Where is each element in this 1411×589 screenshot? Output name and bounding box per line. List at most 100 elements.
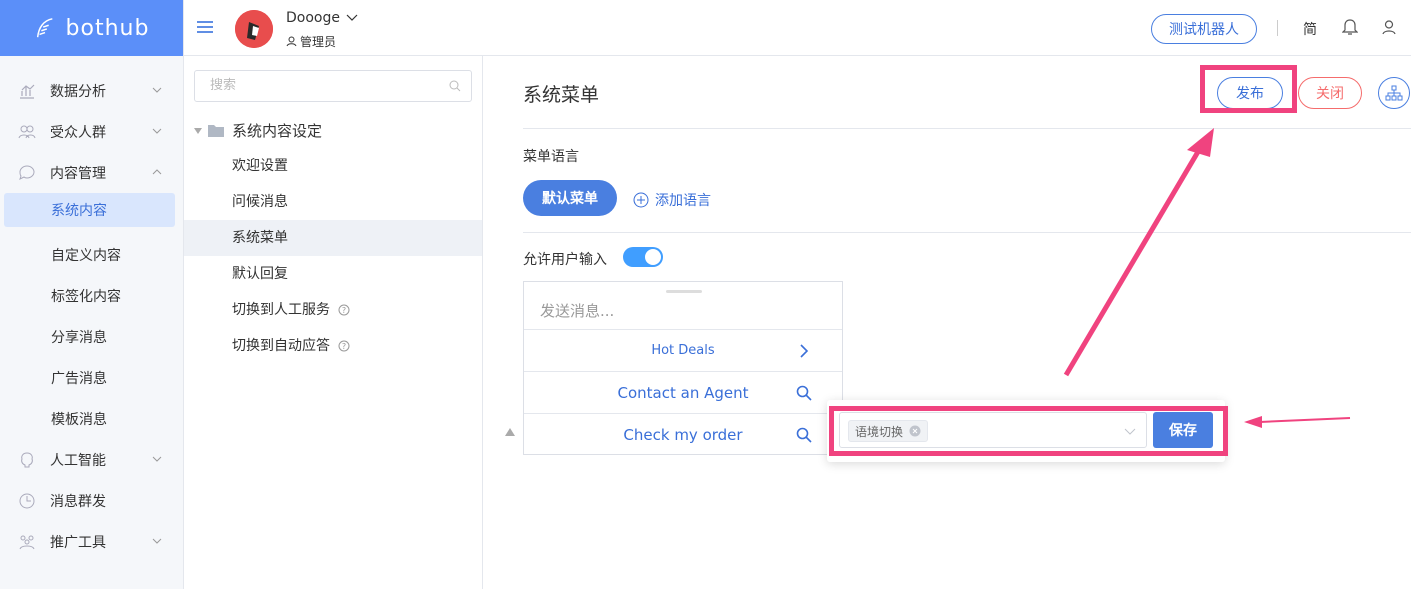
sitemap-button[interactable] bbox=[1378, 77, 1410, 109]
help-icon[interactable]: ? bbox=[338, 340, 350, 352]
brain-icon bbox=[21, 451, 33, 467]
menu-item-popup: 语境切换 保存 bbox=[827, 400, 1225, 462]
feather-logo-icon bbox=[36, 18, 53, 38]
tag-label: 语境切换 bbox=[855, 424, 904, 439]
menu-row-label: Contact an Agent bbox=[617, 383, 749, 402]
caret-down-icon bbox=[194, 127, 202, 134]
sidebar-item-audience[interactable]: 受众人群 bbox=[0, 111, 183, 152]
sidebar-sub-tagged-content[interactable]: 标签化内容 bbox=[0, 275, 183, 316]
tree-item-greeting[interactable]: 问候消息 bbox=[184, 184, 482, 220]
sidebar-sub-custom-content[interactable]: 自定义内容 bbox=[0, 234, 183, 275]
close-button[interactable]: 关闭 bbox=[1298, 77, 1362, 109]
page-title: 系统菜单 bbox=[523, 84, 600, 106]
search-icon[interactable] bbox=[449, 80, 461, 92]
search-icon bbox=[796, 385, 812, 401]
user-role-label: 管理员 bbox=[300, 35, 337, 49]
preview-handle bbox=[666, 290, 702, 293]
avatar-image bbox=[235, 10, 273, 48]
topbar: Doooge 管理员 测试机器人 简 bbox=[184, 0, 1411, 56]
sidebar-sub-ad-message[interactable]: 广告消息 bbox=[0, 357, 183, 398]
menu-toggle-icon[interactable] bbox=[196, 20, 214, 34]
add-language-button[interactable]: 添加语言 bbox=[633, 190, 711, 210]
chevron-down-icon bbox=[152, 87, 162, 93]
svg-text:?: ? bbox=[342, 342, 346, 351]
svg-text:?: ? bbox=[342, 306, 346, 315]
tree-root-label: 系统内容设定 bbox=[232, 122, 323, 140]
main-panel: 系统菜单 发布 关闭 菜单语言 默认菜单 添加语言 允许用户输入 发送消息...… bbox=[483, 56, 1411, 589]
sidebar-item-promo-tools[interactable]: 推广工具 bbox=[0, 521, 183, 562]
menu-row-contact-agent[interactable]: Contact an Agent bbox=[524, 371, 842, 413]
user-icon[interactable] bbox=[1382, 20, 1396, 35]
users-icon bbox=[18, 125, 36, 138]
menu-row-check-order[interactable]: Check my order bbox=[524, 413, 842, 455]
broadcast-icon bbox=[19, 493, 35, 508]
search-placeholder: 搜索 bbox=[210, 78, 237, 93]
brand-name: bothub bbox=[65, 15, 150, 41]
sidebar-item-label: 人工智能 bbox=[50, 452, 106, 469]
tree-item-welcome[interactable]: 欢迎设置 bbox=[184, 148, 482, 184]
chevron-up-icon bbox=[152, 169, 162, 175]
tree-item-label: 默认回复 bbox=[232, 266, 288, 282]
plus-circle-icon bbox=[633, 192, 649, 208]
tree-item-auto-reply[interactable]: 切换到自动应答 ? bbox=[184, 328, 482, 364]
avatar[interactable] bbox=[235, 10, 273, 48]
chart-icon bbox=[20, 84, 35, 99]
sidebar-item-label: 数据分析 bbox=[50, 83, 106, 100]
sidebar-item-label: 消息群发 bbox=[50, 493, 106, 510]
message-input[interactable]: 发送消息... bbox=[540, 300, 614, 321]
tree-item-human-service[interactable]: 切换到人工服务 ? bbox=[184, 292, 482, 328]
tree-item-label: 切换到自动应答 bbox=[232, 338, 330, 354]
publish-button[interactable]: 发布 bbox=[1217, 77, 1283, 109]
allow-input-label: 允许用户输入 bbox=[523, 252, 607, 268]
tree-item-label: 问候消息 bbox=[232, 194, 288, 210]
tree-item-label: 欢迎设置 bbox=[232, 158, 288, 174]
search-icon bbox=[796, 427, 812, 443]
caret-up-icon[interactable] bbox=[505, 428, 515, 436]
username[interactable]: Doooge bbox=[286, 10, 340, 26]
sidebar-sub-share-message[interactable]: 分享消息 bbox=[0, 316, 183, 357]
allow-input-toggle[interactable] bbox=[623, 247, 663, 267]
app-root: bothub 数据分析 受众人群 内容管理 系统内容 自定义内容 标签化内容 分… bbox=[0, 0, 1411, 589]
help-icon[interactable]: ? bbox=[338, 304, 350, 316]
sidebar-sub-template-message[interactable]: 模板消息 bbox=[0, 398, 183, 439]
menu-row-label: Hot Deals bbox=[651, 343, 715, 358]
person-icon bbox=[286, 36, 297, 47]
test-robot-button[interactable]: 测试机器人 bbox=[1151, 14, 1257, 44]
tree-item-system-menu[interactable]: 系统菜单 bbox=[184, 220, 482, 256]
default-menu-button[interactable]: 默认菜单 bbox=[523, 180, 617, 216]
sidebar-item-data-analysis[interactable]: 数据分析 bbox=[0, 70, 183, 111]
bell-icon[interactable] bbox=[1342, 19, 1358, 36]
close-circle-icon[interactable] bbox=[909, 425, 921, 437]
chevron-right-icon bbox=[800, 344, 809, 358]
tree-item-default-reply[interactable]: 默认回复 bbox=[184, 256, 482, 292]
header-divider bbox=[1277, 20, 1278, 36]
menu-language-label: 菜单语言 bbox=[523, 149, 579, 165]
divider bbox=[523, 128, 1411, 129]
sitemap-icon bbox=[1385, 85, 1403, 101]
divider bbox=[523, 232, 1411, 233]
sidebar-item-label: 推广工具 bbox=[50, 534, 106, 551]
save-button[interactable]: 保存 bbox=[1153, 412, 1213, 448]
action-select[interactable]: 语境切换 bbox=[839, 412, 1147, 448]
chevron-down-icon bbox=[152, 456, 162, 462]
content-tree-panel: 搜索 系统内容设定 欢迎设置 问候消息 系统菜单 默认回复 切换到人工服务 ? … bbox=[184, 56, 483, 589]
tree-item-label: 系统菜单 bbox=[232, 230, 288, 246]
chat-icon bbox=[19, 164, 35, 180]
sidebar-item-label: 受众人群 bbox=[50, 124, 106, 141]
tree-search-input[interactable]: 搜索 bbox=[194, 70, 472, 102]
chevron-down-icon[interactable] bbox=[346, 13, 358, 23]
tree-item-label: 切换到人工服务 bbox=[232, 302, 330, 318]
sidebar-item-broadcast[interactable]: 消息群发 bbox=[0, 480, 183, 521]
tree-root-node[interactable]: 系统内容设定 bbox=[194, 120, 322, 141]
sidebar-item-content-management[interactable]: 内容管理 bbox=[0, 152, 183, 193]
chevron-down-icon[interactable] bbox=[1124, 426, 1136, 436]
menu-row-label: Check my order bbox=[623, 425, 743, 444]
sidebar-item-ai[interactable]: 人工智能 bbox=[0, 439, 183, 480]
language-switch[interactable]: 简 bbox=[1303, 19, 1317, 39]
chevron-down-icon bbox=[152, 538, 162, 544]
logo[interactable]: bothub bbox=[0, 0, 183, 56]
sidebar-sub-system-content[interactable]: 系统内容 bbox=[4, 193, 175, 227]
menu-preview: 发送消息... Hot Deals Contact an Agent Check… bbox=[523, 281, 843, 455]
menu-row-hot-deals[interactable]: Hot Deals bbox=[524, 329, 842, 371]
sidebar-item-label: 内容管理 bbox=[50, 165, 106, 182]
